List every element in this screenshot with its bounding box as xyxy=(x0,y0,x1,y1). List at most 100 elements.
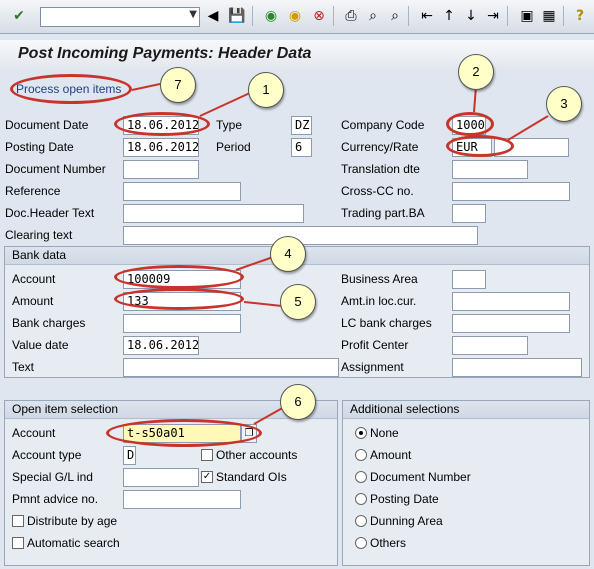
currency-field[interactable]: EUR xyxy=(452,138,492,157)
search-help-icon[interactable]: ❐ xyxy=(241,424,257,443)
previous-page-icon[interactable]: ↑ xyxy=(440,7,458,25)
exchange-rate-field[interactable] xyxy=(494,138,569,157)
radio-others[interactable] xyxy=(355,537,367,549)
radio-others-label: Others xyxy=(370,536,407,550)
assignment-label: Assignment xyxy=(341,360,404,374)
amt-loc-cur-label: Amt.in loc.cur. xyxy=(341,294,417,308)
next-page-icon[interactable]: ↓ xyxy=(462,7,480,25)
company-code-field[interactable]: 1000 xyxy=(452,116,486,135)
standard-ois-checkbox[interactable]: ✓ xyxy=(201,471,213,483)
posting-date-label: Posting Date xyxy=(5,140,74,154)
distribute-by-age-label: Distribute by age xyxy=(27,514,118,528)
exit-icon[interactable]: ◉ xyxy=(286,7,304,25)
type-label: Type xyxy=(216,118,243,132)
callout-6: 6 xyxy=(280,384,316,420)
document-number-label: Document Number xyxy=(5,162,106,176)
application-toolbar: Process open items xyxy=(0,70,594,110)
profit-center-field[interactable] xyxy=(452,336,528,355)
radio-dunning-area[interactable] xyxy=(355,515,367,527)
open-item-account-field[interactable]: t-s50a01 xyxy=(123,424,241,443)
open-item-account-label: Account xyxy=(12,426,56,440)
command-field[interactable]: ▼ xyxy=(40,7,200,27)
toolbar-separator xyxy=(408,6,409,26)
document-date-field[interactable]: 18.06.2012 xyxy=(123,116,199,135)
green-back-icon[interactable]: ◉ xyxy=(262,7,280,25)
page-title: Post Incoming Payments: Header Data xyxy=(18,45,312,62)
special-gl-field[interactable] xyxy=(123,468,199,487)
doc-header-text-field[interactable] xyxy=(123,204,304,223)
lc-bank-charges-label: LC bank charges xyxy=(341,316,432,330)
cross-cc-label: Cross-CC no. xyxy=(341,184,414,198)
check-icon[interactable]: ✔ xyxy=(10,7,28,25)
value-date-field[interactable]: 18.06.2012 xyxy=(123,336,199,355)
cross-cc-field[interactable] xyxy=(452,182,570,201)
reference-label: Reference xyxy=(5,184,61,198)
text-field[interactable] xyxy=(123,358,339,377)
radio-posting-date[interactable] xyxy=(355,493,367,505)
save-icon[interactable]: 💾 xyxy=(228,7,246,25)
bank-charges-field[interactable] xyxy=(123,314,241,333)
print-icon[interactable]: ⎙ xyxy=(342,7,360,25)
type-field[interactable]: DZ xyxy=(291,116,312,135)
radio-amount[interactable] xyxy=(355,449,367,461)
trading-part-field[interactable] xyxy=(452,204,486,223)
new-session-icon[interactable]: ▣ xyxy=(518,7,536,25)
checkmark-icon: ✓ xyxy=(202,471,212,482)
bank-account-label: Account xyxy=(12,272,56,286)
cancel-icon[interactable]: ⊗ xyxy=(310,7,328,25)
help-icon[interactable]: ? xyxy=(571,7,589,25)
profit-center-label: Profit Center xyxy=(341,338,409,352)
account-type-field[interactable]: D xyxy=(123,446,136,465)
business-area-label: Business Area xyxy=(341,272,418,286)
toolbar-separator xyxy=(252,6,253,26)
toolbar-separator xyxy=(563,6,564,26)
shortcut-icon[interactable]: ▦ xyxy=(540,7,558,25)
pmnt-advice-field[interactable] xyxy=(123,490,241,509)
document-number-field[interactable] xyxy=(123,160,199,179)
amount-label: Amount xyxy=(12,294,54,308)
automatic-search-checkbox[interactable] xyxy=(12,537,24,549)
callout-7: 7 xyxy=(160,67,196,103)
business-area-field[interactable] xyxy=(452,270,486,289)
callout-2: 2 xyxy=(458,54,494,90)
back-arrow-icon[interactable]: ◀ xyxy=(204,7,222,25)
bank-account-field[interactable]: 100009 xyxy=(123,270,241,289)
period-field[interactable]: 6 xyxy=(291,138,312,157)
chevron-down-icon[interactable]: ▼ xyxy=(189,9,197,20)
distribute-by-age-checkbox[interactable] xyxy=(12,515,24,527)
title-bar: Post Incoming Payments: Header Data xyxy=(0,40,594,68)
currency-rate-label: Currency/Rate xyxy=(341,140,419,154)
callout-3: 3 xyxy=(546,86,582,122)
other-accounts-checkbox[interactable] xyxy=(201,449,213,461)
assignment-field[interactable] xyxy=(452,358,582,377)
clearing-text-label: Clearing text xyxy=(5,228,73,242)
other-accounts-label: Other accounts xyxy=(216,448,298,462)
translation-date-field[interactable] xyxy=(452,160,528,179)
radio-document-number[interactable] xyxy=(355,471,367,483)
amt-loc-cur-field[interactable] xyxy=(452,292,570,311)
last-page-icon[interactable]: ⇥ xyxy=(484,7,502,25)
company-code-label: Company Code xyxy=(341,118,425,132)
reference-field[interactable] xyxy=(123,182,241,201)
trading-part-label: Trading part.BA xyxy=(341,206,425,220)
callout-5: 5 xyxy=(280,284,316,320)
additional-selections-title: Additional selections xyxy=(343,401,589,419)
callout-1: 1 xyxy=(248,72,284,108)
bank-charges-label: Bank charges xyxy=(12,316,86,330)
translation-date-label: Translation dte xyxy=(341,162,420,176)
radio-none[interactable] xyxy=(355,427,367,439)
callout-4: 4 xyxy=(270,236,306,272)
pmnt-advice-label: Pmnt advice no. xyxy=(12,492,99,506)
amount-field[interactable]: 133 xyxy=(123,292,241,311)
radio-none-label: None xyxy=(370,426,399,440)
posting-date-field[interactable]: 18.06.2012 xyxy=(123,138,199,157)
radio-document-number-label: Document Number xyxy=(370,470,471,484)
special-gl-label: Special G/L ind xyxy=(12,470,93,484)
process-open-items-button[interactable]: Process open items xyxy=(16,82,121,96)
account-type-label: Account type xyxy=(12,448,82,462)
period-label: Period xyxy=(216,140,251,154)
first-page-icon[interactable]: ⇤ xyxy=(418,7,436,25)
lc-bank-charges-field[interactable] xyxy=(452,314,570,333)
find-next-icon[interactable]: ⌕ xyxy=(386,7,404,25)
find-icon[interactable]: ⌕ xyxy=(364,7,382,25)
